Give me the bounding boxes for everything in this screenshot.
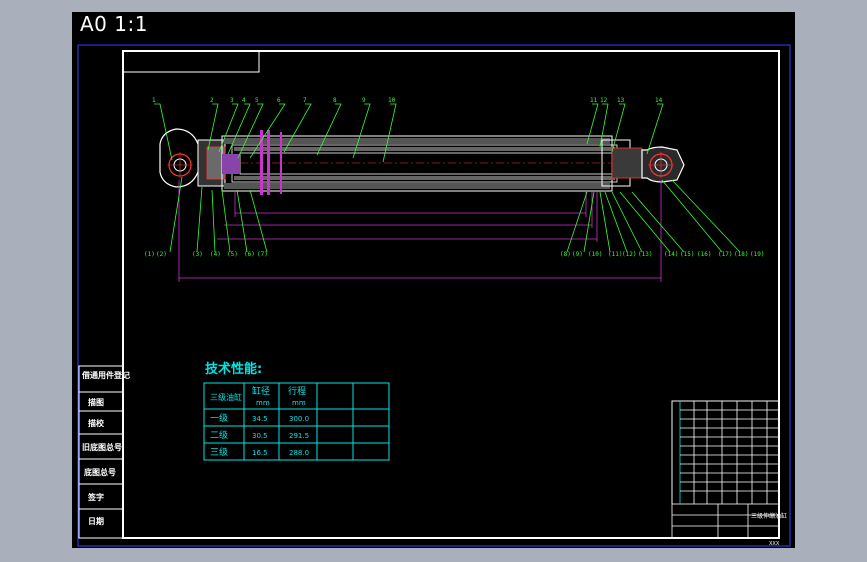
callout-bottom-9: (9)	[572, 251, 583, 258]
callout-top-8: 8	[333, 97, 337, 104]
callout-top-13: 13	[617, 97, 625, 104]
cylinder-assembly	[159, 128, 685, 195]
callout-bottom-1: (1)	[144, 251, 155, 258]
callout-bottom-17: (17)	[718, 251, 732, 258]
callout-top-11: 11	[590, 97, 598, 104]
corner-box	[122, 50, 260, 73]
callout-bottom-14: (14)	[664, 251, 678, 258]
row2-bore: 30.5	[252, 432, 268, 440]
callout-bottom-12: (12)	[622, 251, 636, 258]
row3-stage: 三级	[210, 446, 228, 458]
callout-top-1: 1	[152, 97, 156, 104]
side-label-2: 描图	[88, 397, 104, 407]
row3-stroke: 288.0	[289, 449, 309, 457]
callout-top-10: 10	[388, 97, 396, 104]
callout-bottom-5: (5)	[227, 251, 238, 258]
callout-top-12: 12	[600, 97, 608, 104]
callout-top-4: 4	[242, 97, 246, 104]
performance-title: 技术性能:	[205, 361, 262, 377]
side-label-7: 日期	[88, 516, 104, 526]
callouts-top: 1 2 3 4 5 6 7 8 9 10 11 12 13 14	[152, 97, 663, 104]
callout-bottom-7: (7)	[257, 251, 268, 258]
side-label-6: 签字	[87, 492, 104, 502]
callout-bottom-16: (16)	[697, 251, 711, 258]
stage-3-rod	[239, 152, 631, 175]
callout-bottom-18: (18)	[734, 251, 748, 258]
row1-stage: 一级	[210, 412, 228, 424]
callout-bottom-2: (2)	[156, 251, 167, 258]
callout-top-3: 3	[230, 97, 234, 104]
callout-top-7: 7	[303, 97, 307, 104]
callout-bottom-13: (13)	[638, 251, 652, 258]
callout-top-5: 5	[255, 97, 259, 104]
unit-bore: mm	[256, 399, 270, 407]
callout-bottom-6: (6)	[244, 251, 255, 258]
right-clevis	[641, 146, 685, 183]
callout-top-6: 6	[277, 97, 281, 104]
side-label-4: 旧底图总号	[82, 442, 122, 452]
callout-top-14: 14	[655, 97, 663, 104]
outer-border	[77, 44, 791, 547]
performance-table: 技术性能: 三级油缸 缸径 行程 mm mm 一级 34.5 300.0 二级 …	[203, 361, 390, 461]
drawing-canvas[interactable]: A0 1:1 1 2 3 4 5 6 7 8 9 10 11 12 13 14 …	[72, 12, 795, 548]
callouts-bottom: (1) (2) (3) (4) (5) (6) (7) (8) (9) (10) (11) (12)(…	[144, 251, 764, 258]
unit-stroke: mm	[292, 399, 306, 407]
side-label-5: 底图总号	[83, 467, 116, 477]
row1-stroke: 300.0	[289, 415, 309, 423]
callout-bottom-4: (4)	[210, 251, 221, 258]
header-stroke: 行程	[288, 385, 306, 397]
drawing-frame	[122, 50, 780, 539]
callout-top-2: 2	[210, 97, 214, 104]
callout-bottom-19: (19)	[750, 251, 764, 258]
row2-stage: 二级	[210, 429, 228, 441]
callout-bottom-10: (10)	[588, 251, 602, 258]
row1-bore: 34.5	[252, 415, 268, 423]
side-label-3: 描校	[88, 418, 105, 428]
header-bore: 缸径	[252, 385, 270, 397]
cad-drawing: 1 2 3 4 5 6 7 8 9 10 11 12 13 14 (1) (2) (3) (4) (5) (6) (7…	[77, 44, 791, 547]
header-stage: 三级油缸	[210, 392, 242, 402]
callout-bottom-15: (15)	[680, 251, 694, 258]
drawing-title: 三级伸缩油缸	[751, 512, 787, 520]
row2-stroke: 291.5	[289, 432, 309, 440]
callout-bottom-8: (8)	[560, 251, 571, 258]
side-label-1: 借通用件登记	[81, 370, 130, 380]
callout-bottom-3: (3)	[192, 251, 203, 258]
callout-top-9: 9	[362, 97, 366, 104]
callout-bottom-11: (11)	[608, 251, 622, 258]
row3-bore: 16.5	[252, 449, 268, 457]
company-label: XXX	[769, 541, 780, 547]
